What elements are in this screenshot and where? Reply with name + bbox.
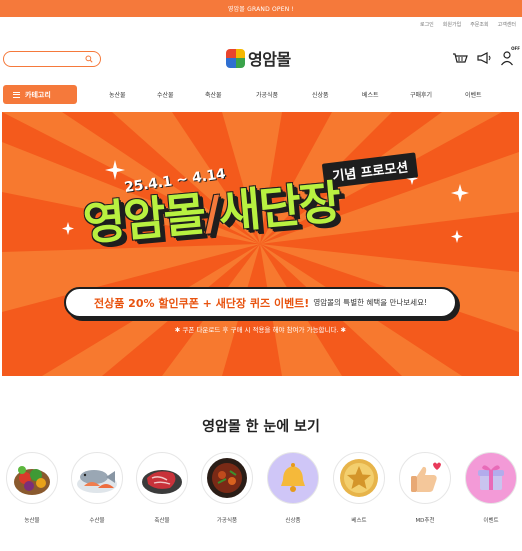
category-agriculture[interactable]: 농산물 [3,452,61,524]
coupon-pill: 전상품 20% 할인쿠폰 + 새단장 퀴즈 이벤트! 영암몰의 특별한 혜택을 … [64,287,457,318]
promo-banner[interactable]: 25.4.1 ~ 4.14 기념 프로모션 영암몰/새단장 전상품 20% 할인… [2,112,519,376]
category-label: MD추천 [415,518,435,524]
site-logo[interactable]: 영암몰 [226,46,291,70]
vegetables-icon [6,452,58,504]
main-nav: 농산물 수산물 축산물 가공식품 신상품 베스트 구매후기 이벤트 [88,85,508,104]
category-new[interactable]: 신상품 [264,452,322,524]
customer-center-link[interactable]: 고객센터 [498,21,516,28]
sunburst-background [2,112,519,376]
banner-note: ✱ 쿠폰 다운로드 후 구매 시 적용을 해야 참여가 가능합니다. ✱ [174,326,347,334]
login-link[interactable]: 로그인 [420,21,434,28]
nav-item-events[interactable]: 이벤트 [465,90,482,99]
gift-icon [465,452,517,504]
stew-icon [201,452,253,504]
category-label: 축산물 [154,518,170,524]
signup-link[interactable]: 회원가입 [443,21,461,28]
category-events[interactable]: 이벤트 [462,452,520,524]
category-best[interactable]: 베스트 [330,452,388,524]
search-icon[interactable] [85,55,93,63]
header-icons: OFF [452,46,520,66]
category-button[interactable]: 카테고리 [3,85,77,104]
thumbs-up-icon [399,452,451,504]
megaphone-icon[interactable] [476,50,492,66]
off-badge: OFF [511,46,520,51]
category-label: 이벤트 [483,518,499,524]
category-md-pick[interactable]: MD추천 [396,452,454,524]
category-processed[interactable]: 가공식품 [198,452,256,524]
utility-links: 로그인 회원가입 주문조회 고객센터 [420,21,516,28]
category-label: 신상품 [285,518,301,524]
menu-icon [13,91,20,98]
nav-item-livestock[interactable]: 축산물 [205,90,222,99]
grand-open-bar[interactable]: 영암몰 GRAND OPEN ! [0,0,522,17]
category-livestock[interactable]: 축산물 [133,452,191,524]
grand-open-text: 영암몰 GRAND OPEN ! [227,6,295,13]
section-title: 영암몰 한 눈에 보기 [202,419,320,435]
star-medal-icon [333,452,385,504]
logo-mark-icon [226,48,245,68]
meat-icon [136,452,188,504]
category-label: 베스트 [351,518,367,524]
nav-item-agriculture[interactable]: 농산물 [109,90,126,99]
category-seafood[interactable]: 수산물 [68,452,126,524]
order-lookup-link[interactable]: 주문조회 [470,21,488,28]
pill-light-text: 영암몰의 특별한 혜택을 만나보세요! [313,298,427,307]
nav-item-reviews[interactable]: 구매후기 [410,90,432,99]
category-label: 농산물 [24,518,40,524]
category-label: 가공식품 [216,518,238,524]
search-input[interactable] [11,59,89,72]
category-label: 수산물 [89,518,105,524]
headline-left: 영암몰 [81,186,207,252]
seafood-icon [71,452,123,504]
nav-item-new[interactable]: 신상품 [312,90,329,99]
headline-right: 새단장 [216,174,342,240]
nav-item-seafood[interactable]: 수산물 [157,90,174,99]
nav-item-best[interactable]: 베스트 [362,90,379,99]
category-button-label: 카테고리 [25,90,51,99]
cart-icon[interactable] [452,50,468,66]
user-off-icon[interactable]: OFF [500,46,520,66]
bell-icon [267,452,319,504]
logo-text: 영암몰 [248,50,291,69]
pill-strong-text: 전상품 20% 할인쿠폰 + 새단장 퀴즈 이벤트! [93,296,310,310]
search-box [3,51,101,72]
nav-item-processed[interactable]: 가공식품 [256,90,278,99]
